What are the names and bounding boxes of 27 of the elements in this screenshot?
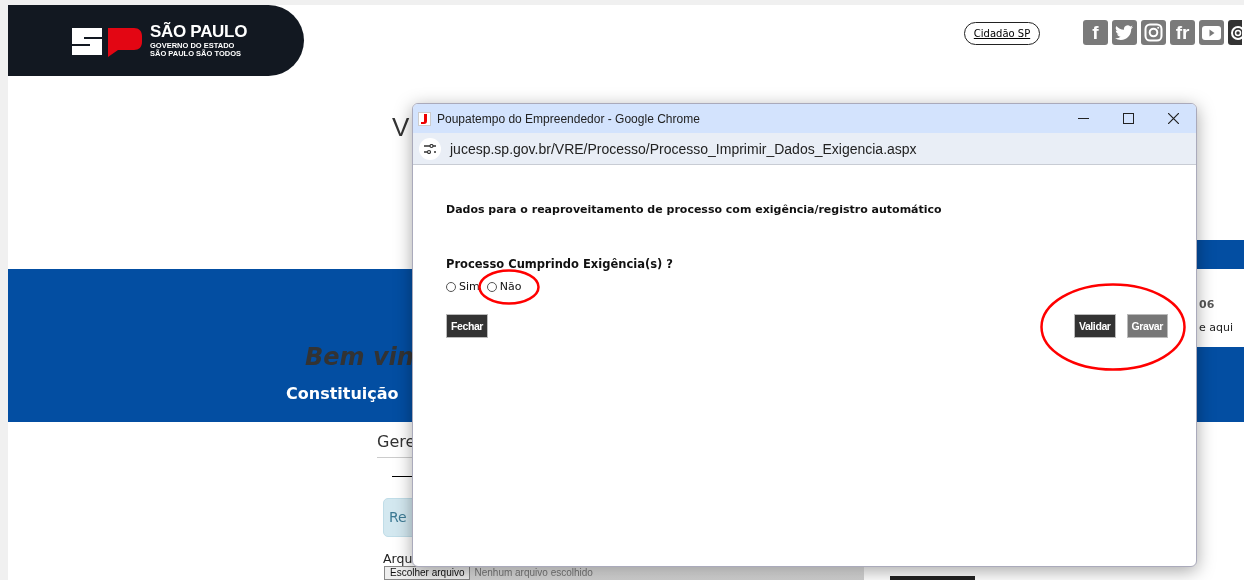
radio-label[interactable]: Não: [499, 280, 522, 293]
maximize-icon[interactable]: [1123, 113, 1134, 124]
site-settings-icon[interactable]: [419, 137, 441, 160]
social-link[interactable]: f: [1083, 20, 1108, 45]
ring-icon[interactable]: [1228, 20, 1242, 45]
question-label: Processo Cumprindo Exigência(s) ?: [446, 257, 674, 271]
play-icon[interactable]: [1199, 20, 1224, 45]
card-number: 06: [1199, 298, 1216, 311]
radio-label[interactable]: Sim: [459, 280, 480, 293]
camera-icon[interactable]: [1141, 20, 1166, 45]
bird-icon[interactable]: [1112, 20, 1137, 45]
file-status: Nenhum arquivo escolhido: [473, 567, 593, 579]
banner-title: Bem vin: [305, 343, 414, 371]
action-button[interactable]: Fechar: [446, 314, 489, 338]
page-heading: V: [392, 112, 410, 142]
banner-link[interactable]: Constituição: [286, 384, 399, 403]
action-button[interactable]: Validar: [1073, 314, 1116, 338]
social-link[interactable]: fr: [1170, 20, 1195, 45]
favicon-icon: [418, 111, 431, 126]
choose-file-button[interactable]: Escolher arquivo: [384, 566, 471, 580]
close-icon[interactable]: [1168, 113, 1179, 124]
logo-title: SÃO PAULO: [150, 22, 248, 42]
window-title: Poupatempo do Empreendedor - Google Chrome: [437, 111, 701, 126]
card-text: e aqui: [1199, 321, 1234, 334]
url-text[interactable]: jucesp.sp.gov.br/VRE/Processo/Processo_Imprimir_Dados_Exigencia.aspx: [450, 140, 917, 157]
file-label: Arqu: [383, 552, 413, 566]
form-heading: Dados para o reaproveitamento de processo com exigência/registro automático: [446, 203, 943, 216]
